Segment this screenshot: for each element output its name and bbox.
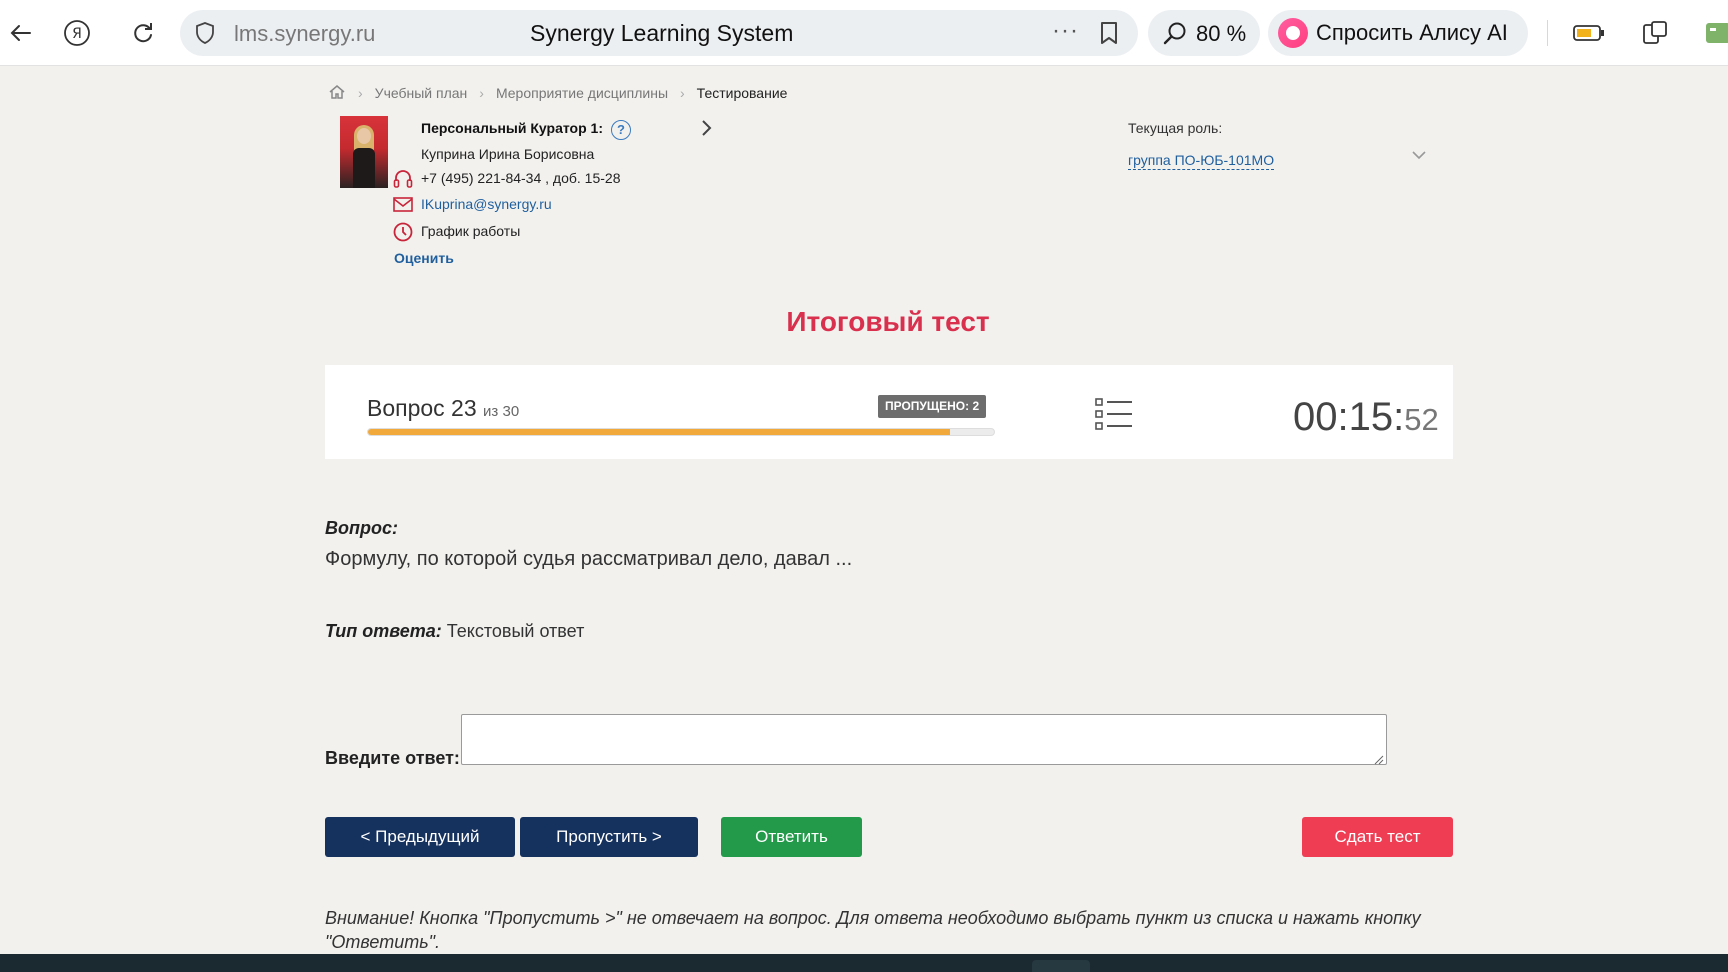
profile-icon[interactable] [1696,12,1728,54]
chevron-right-icon: › [358,85,363,101]
curator-email-link[interactable]: IKuprina@synergy.ru [421,196,552,212]
back-arrow-icon[interactable] [0,12,42,54]
question-label: Вопрос: [325,518,398,538]
skip-button[interactable]: Пропустить > [520,817,698,857]
submit-test-button[interactable]: Сдать тест [1302,817,1453,857]
chevron-right-icon: › [479,85,484,101]
timer-seconds: 52 [1404,402,1439,437]
headset-icon [392,168,414,190]
browser-toolbar: Я lms.synergy.ru Synergy Learning System… [0,0,1728,66]
chevron-right-icon[interactable] [700,118,714,143]
bookmark-icon[interactable] [1098,20,1120,51]
breadcrumb-study-plan[interactable]: Учебный план [375,85,468,101]
page-title: Synergy Learning System [530,20,794,46]
question-total: из 30 [483,403,520,420]
zoom-search-icon [1162,21,1188,50]
answer-label: Введите ответ: [325,748,460,768]
role-select[interactable]: группа ПО-ЮБ-101МО [1128,152,1275,170]
question-number: Вопрос 23 [367,395,477,421]
work-schedule-link[interactable]: График работы [421,223,520,239]
question-progress-panel: Вопрос 23 из 30 ПРОПУЩЕНО: 2 00:15:52 [325,365,1453,459]
curator-avatar [340,116,388,188]
clock-icon [392,221,414,243]
answer-textarea[interactable] [461,714,1387,765]
chevron-down-icon[interactable] [1410,148,1428,167]
skipped-badge[interactable]: ПРОПУЩЕНО: 2 [878,395,987,418]
previous-button[interactable]: < Предыдущий [325,817,515,857]
answer-button[interactable]: Ответить [721,817,862,857]
battery-icon[interactable] [1568,12,1610,54]
shield-icon[interactable] [194,21,216,50]
chevron-right-icon: › [680,85,685,101]
skip-warning-note: Внимание! Кнопка "Пропустить >" не отвеч… [325,908,1421,952]
breadcrumb-testing: Тестирование [696,85,788,101]
zoom-value: 80 % [1196,21,1247,46]
alice-label: Спросить Алису AI [1316,20,1508,45]
timer: 00:15:52 [1293,395,1439,440]
rate-curator-link[interactable]: Оценить [394,250,454,266]
alice-button[interactable]: Спросить Алису AI [1268,10,1528,56]
progress-bar [367,428,995,436]
breadcrumb: › Учебный план › Мероприятие дисциплины … [328,83,799,103]
question-list-icon[interactable] [1095,397,1133,436]
resize-grip-icon[interactable] [1374,752,1384,770]
more-icon[interactable]: ··· [1052,17,1079,45]
toolbar-divider [1547,20,1548,46]
taskbar-tab[interactable] [1032,960,1090,972]
role-label: Текущая роль: [1128,120,1223,136]
extensions-icon[interactable] [1634,12,1676,54]
curator-phone: +7 (495) 221-84-34 , доб. 15-28 [421,170,621,186]
address-bar[interactable]: lms.synergy.ru Synergy Learning System ·… [180,10,1138,56]
address-host[interactable]: lms.synergy.ru [234,21,375,47]
progress-fill [368,429,951,435]
answer-type-label: Тип ответа: [325,621,442,641]
answer-type: Тип ответа: Текстовый ответ [325,621,584,642]
zoom-control[interactable]: 80 % [1148,10,1260,56]
mail-icon [392,194,414,216]
curator-name: Куприна Ирина Борисовна [421,146,595,162]
help-icon[interactable]: ? [611,120,631,140]
svg-text:Я: Я [72,26,82,42]
question-text: Формулу, по которой судья рассматривал д… [325,548,853,570]
alice-icon [1278,18,1308,48]
reload-icon[interactable] [122,12,164,54]
breadcrumb-discipline-event[interactable]: Мероприятие дисциплины [496,85,668,101]
curator-title: Персональный Куратор 1: [421,120,603,136]
home-icon[interactable] [328,83,346,104]
answer-type-value: Текстовый ответ [446,621,585,641]
taskbar [0,954,1728,972]
question-counter: Вопрос 23 из 30 [367,395,519,422]
test-title: Итоговый тест [786,306,990,337]
timer-main: 00:15: [1293,395,1405,439]
yandex-logo-icon[interactable]: Я [56,12,98,54]
